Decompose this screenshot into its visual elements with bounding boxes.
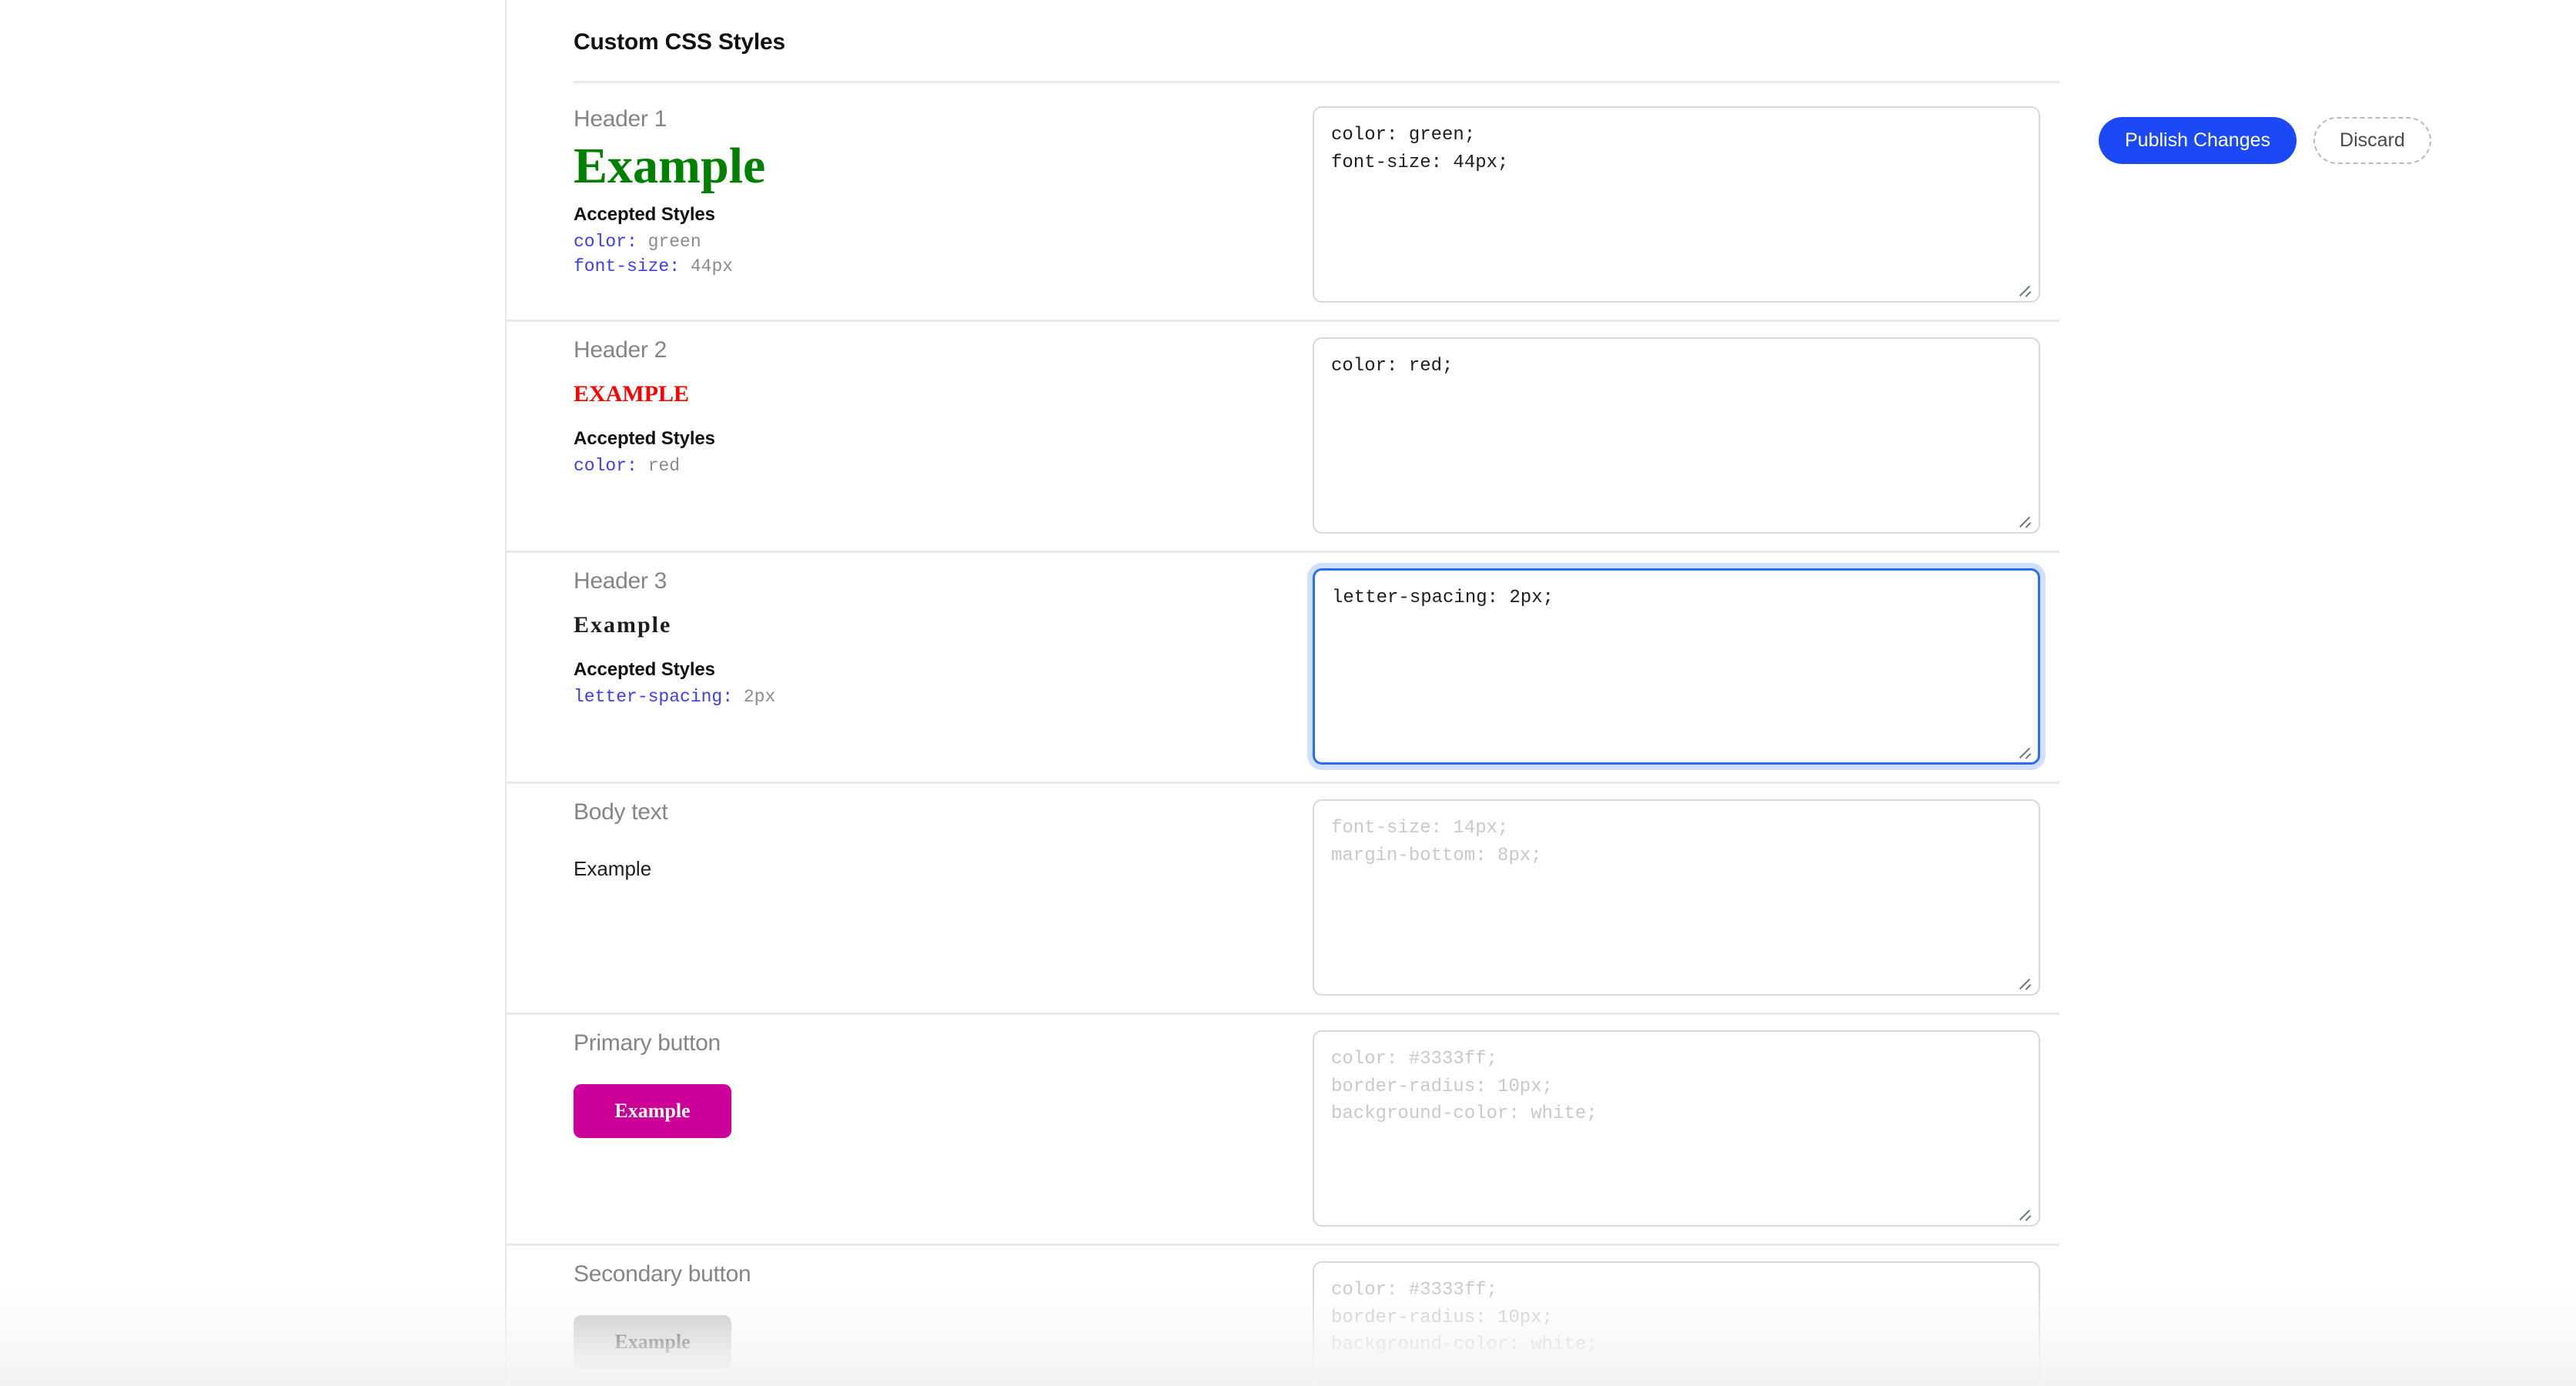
css-editor-textarea[interactable] xyxy=(1313,1261,2040,1386)
css-property-value: red xyxy=(637,456,680,476)
title-divider xyxy=(574,81,2059,83)
style-row-left: Body text Example xyxy=(574,784,1313,907)
style-preview-text: Example xyxy=(574,139,1313,193)
css-property-name: color: xyxy=(574,456,637,476)
style-preview: Example xyxy=(574,1315,1313,1369)
accepted-styles-list: color: red xyxy=(574,454,1313,479)
accepted-style-item: letter-spacing: 2px xyxy=(574,685,1313,710)
style-preview-text: Example xyxy=(574,380,1313,408)
style-row-left: Secondary button Example xyxy=(574,1246,1313,1386)
css-property-name: color: xyxy=(574,232,637,252)
css-editor-wrapper xyxy=(1313,568,2040,765)
accepted-styles-list: letter-spacing: 2px xyxy=(574,685,1313,710)
style-preview-text: Example xyxy=(574,611,1313,639)
style-row-label: Header 3 xyxy=(574,568,1313,594)
accepted-styles-list: color: greenfont-size: 44px xyxy=(574,230,1313,279)
style-row: Header 3 Example Accepted Styles letter-spa… xyxy=(507,553,2059,784)
css-property-value: 2px xyxy=(733,687,775,707)
app-root: Custom CSS Styles Header 1 Example Accepte… xyxy=(0,0,2576,1386)
style-row-label: Header 1 xyxy=(574,106,1313,132)
style-row-right xyxy=(1313,553,2059,782)
accepted-style-item: color: green xyxy=(574,230,1313,255)
css-editor-wrapper xyxy=(1313,337,2040,534)
preview-secondary-button[interactable]: Example xyxy=(574,1315,731,1369)
css-editor-wrapper xyxy=(1313,1030,2040,1227)
left-rail xyxy=(0,0,507,1386)
style-row: Secondary button Example xyxy=(507,1246,2059,1386)
css-property-value: green xyxy=(637,232,701,252)
style-row: Header 2 Example Accepted Styles color: red xyxy=(507,322,2059,553)
css-editor-textarea[interactable] xyxy=(1313,799,2040,996)
css-property-name: font-size: xyxy=(574,256,680,276)
css-property-value: 44px xyxy=(680,256,733,276)
style-row-right xyxy=(1313,322,2059,551)
style-row-label: Primary button xyxy=(574,1030,1313,1056)
style-row-left: Primary button Example xyxy=(574,1015,1313,1160)
style-row: Primary button Example xyxy=(507,1015,2059,1246)
style-row-right xyxy=(1313,784,2059,1013)
style-row: Body text Example xyxy=(507,784,2059,1015)
discard-button[interactable]: Discard xyxy=(2313,117,2431,164)
style-row-right xyxy=(1313,1015,2059,1244)
style-row-right xyxy=(1313,91,2059,320)
accepted-styles-heading: Accepted Styles xyxy=(574,428,1313,450)
style-preview-text: Example xyxy=(574,856,1313,882)
action-buttons: Publish Changes Discard xyxy=(2099,117,2431,164)
publish-changes-button[interactable]: Publish Changes xyxy=(2099,117,2297,164)
css-editor-textarea[interactable] xyxy=(1313,1030,2040,1227)
main-content: Custom CSS Styles Header 1 Example Accepte… xyxy=(507,0,2576,1386)
css-editor-wrapper xyxy=(1313,106,2040,303)
style-row-left: Header 2 Example Accepted Styles color: red xyxy=(574,322,1313,496)
css-editor-wrapper xyxy=(1313,799,2040,996)
style-preview: Example xyxy=(574,1084,1313,1138)
preview-primary-button[interactable]: Example xyxy=(574,1084,731,1138)
style-row-left: Header 3 Example Accepted Styles letter-spa… xyxy=(574,553,1313,727)
page-title: Custom CSS Styles xyxy=(574,29,785,55)
css-property-name: letter-spacing: xyxy=(574,687,733,707)
accepted-style-item: color: red xyxy=(574,454,1313,479)
style-row-label: Body text xyxy=(574,799,1313,825)
css-editor-textarea[interactable] xyxy=(1313,337,2040,534)
style-row-left: Header 1 Example Accepted Styles color: gre… xyxy=(574,91,1313,296)
style-row-label: Header 2 xyxy=(574,337,1313,363)
style-row-label: Secondary button xyxy=(574,1261,1313,1287)
accepted-style-item: font-size: 44px xyxy=(574,255,1313,280)
css-editor-textarea[interactable] xyxy=(1313,568,2040,765)
css-editor-wrapper xyxy=(1313,1261,2040,1386)
accepted-styles-heading: Accepted Styles xyxy=(574,659,1313,681)
style-rows-list: Header 1 Example Accepted Styles color: gre… xyxy=(507,91,2576,1386)
css-editor-textarea[interactable] xyxy=(1313,106,2040,303)
style-row-right xyxy=(1313,1246,2059,1386)
accepted-styles-heading: Accepted Styles xyxy=(574,204,1313,226)
style-row: Header 1 Example Accepted Styles color: gre… xyxy=(507,91,2059,322)
